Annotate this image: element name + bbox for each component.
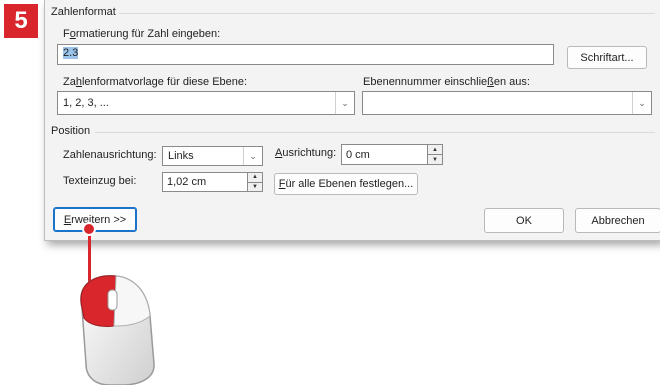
- set-for-all-levels-button[interactable]: Für alle Ebenen festlegen...: [274, 173, 418, 195]
- cancel-button[interactable]: Abbrechen: [575, 208, 660, 233]
- step-badge: 5: [4, 4, 38, 38]
- section-divider: [95, 132, 655, 133]
- alignment-select[interactable]: Links ⌄: [162, 146, 263, 166]
- section-divider: [119, 13, 655, 14]
- style-label: Zahlenformatvorlage für diese Ebene:: [63, 76, 248, 88]
- alignment-value: Links: [168, 150, 194, 162]
- chevron-down-icon[interactable]: ⌄: [632, 92, 651, 114]
- indent-value: 1,02 cm: [167, 176, 207, 188]
- aligned-at-spinner[interactable]: 0 cm ▲ ▼: [341, 144, 443, 165]
- font-button[interactable]: Schriftart...: [567, 46, 647, 69]
- number-format-value: 2.3: [63, 47, 79, 59]
- include-level-label: Ebenennummer einschließen aus:: [363, 76, 530, 88]
- mouse-icon: [80, 274, 155, 385]
- alignment-label: Zahlenausrichtung:: [63, 149, 157, 161]
- numbering-dialog: Zahlenformat Formatierung für Zahl einge…: [44, 0, 660, 241]
- spin-arrows-icon[interactable]: ▲ ▼: [247, 173, 262, 191]
- chevron-down-icon[interactable]: ⌄: [243, 147, 262, 165]
- position-section-title: Position: [51, 125, 91, 137]
- chevron-down-icon[interactable]: ⌄: [335, 92, 354, 114]
- include-level-select[interactable]: ⌄: [362, 91, 652, 115]
- step-number: 5: [14, 7, 28, 34]
- number-format-section-title: Zahlenformat: [51, 6, 116, 18]
- spin-arrows-icon[interactable]: ▲ ▼: [427, 145, 442, 164]
- number-format-input[interactable]: 2.3: [57, 44, 554, 65]
- callout-dot: [82, 222, 96, 236]
- ok-button[interactable]: OK: [484, 208, 564, 233]
- aligned-at-value: 0 cm: [346, 148, 370, 161]
- indent-spinner[interactable]: 1,02 cm ▲ ▼: [162, 172, 263, 192]
- format-label: Formatierung für Zahl eingeben:: [63, 28, 221, 40]
- number-style-value: 1, 2, 3, ...: [63, 97, 109, 109]
- aligned-at-label: Ausrichtung:: [275, 147, 337, 159]
- number-style-select[interactable]: 1, 2, 3, ... ⌄: [57, 91, 355, 115]
- indent-label: Texteinzug bei:: [63, 175, 137, 187]
